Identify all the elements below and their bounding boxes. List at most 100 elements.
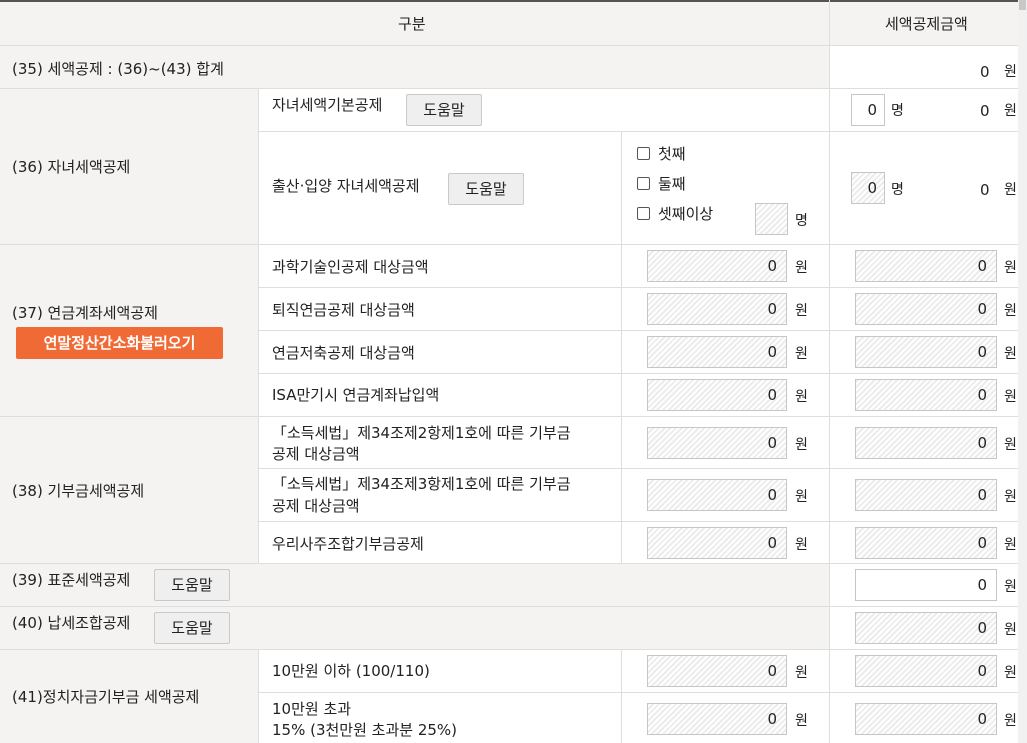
tax-union-credit-input[interactable]: 0 bbox=[855, 612, 997, 644]
pension-base-input[interactable]: 0 bbox=[647, 379, 787, 411]
unit-won: 원 bbox=[795, 537, 808, 553]
donation-item-line2: 공제 대상금액 bbox=[272, 497, 360, 515]
divider bbox=[258, 692, 1027, 693]
child-birth-amount: 0 bbox=[980, 181, 990, 199]
second-child-checkbox[interactable] bbox=[637, 177, 650, 190]
first-child-checkbox[interactable] bbox=[637, 147, 650, 160]
divider bbox=[0, 649, 1027, 650]
pension-item-label: 과학기술인공제 대상금액 bbox=[272, 258, 429, 276]
third-child-count-input[interactable] bbox=[755, 203, 788, 235]
unit-won: 원 bbox=[1004, 303, 1017, 319]
row-41-label: (41)정치자금기부금 세액공제 bbox=[12, 688, 200, 706]
divider bbox=[621, 649, 622, 743]
child-birth-count-input[interactable]: 0 bbox=[851, 172, 885, 204]
standard-credit-input[interactable]: 0 bbox=[855, 569, 997, 601]
political-base-input[interactable]: 0 bbox=[647, 703, 787, 735]
unit-won: 원 bbox=[1004, 437, 1017, 453]
donation-base-input[interactable]: 0 bbox=[647, 479, 787, 511]
pension-base-input[interactable]: 0 bbox=[647, 336, 787, 368]
political-amount-input[interactable]: 0 bbox=[855, 703, 997, 735]
divider bbox=[258, 287, 1027, 288]
load-simplified-button[interactable]: 연말정산간소화불러오기 bbox=[16, 327, 223, 359]
divider bbox=[258, 330, 1027, 331]
donation-amount-input[interactable]: 0 bbox=[855, 427, 997, 459]
unit-won: 원 bbox=[1004, 103, 1017, 119]
unit-won: 원 bbox=[1004, 579, 1017, 595]
political-amount-input[interactable]: 0 bbox=[855, 655, 997, 687]
divider bbox=[258, 468, 1027, 469]
help-button[interactable]: 도움말 bbox=[154, 612, 230, 644]
divider bbox=[621, 131, 622, 564]
unit-won: 원 bbox=[795, 437, 808, 453]
pension-base-input[interactable]: 0 bbox=[647, 293, 787, 325]
pension-item-label: 연금저축공제 대상금액 bbox=[272, 344, 415, 362]
child-birth-label: 출산·입양 자녀세액공제 bbox=[272, 177, 420, 195]
unit-won: 원 bbox=[1004, 622, 1017, 638]
unit-won: 원 bbox=[1004, 346, 1017, 362]
first-child-label: 첫째 bbox=[658, 145, 686, 163]
unit-won: 원 bbox=[1004, 489, 1017, 505]
child-basic-count-input[interactable]: 0 bbox=[851, 94, 885, 126]
unit-won: 원 bbox=[795, 713, 808, 729]
unit-won: 원 bbox=[1004, 537, 1017, 553]
pension-amount-input[interactable]: 0 bbox=[855, 336, 997, 368]
divider bbox=[0, 45, 1027, 46]
pension-base-input[interactable]: 0 bbox=[647, 250, 787, 282]
donation-base-input[interactable]: 0 bbox=[647, 527, 787, 559]
donation-base-input[interactable]: 0 bbox=[647, 427, 787, 459]
unit-won: 원 bbox=[795, 303, 808, 319]
row-36-label: (36) 자녀세액공제 bbox=[12, 158, 131, 176]
unit-won: 원 bbox=[795, 389, 808, 405]
scrollbar-thumb[interactable] bbox=[1019, 0, 1026, 10]
help-button[interactable]: 도움말 bbox=[154, 569, 230, 601]
row-39-label: (39) 표준세액공제 bbox=[12, 571, 131, 589]
pension-item-label: ISA만기시 연금계좌납입액 bbox=[272, 386, 440, 404]
donation-amount-input[interactable]: 0 bbox=[855, 479, 997, 511]
help-button[interactable]: 도움말 bbox=[448, 173, 524, 205]
unit-won: 원 bbox=[1004, 64, 1017, 80]
header-gubun: 구분 bbox=[398, 15, 426, 33]
unit-won: 원 bbox=[795, 260, 808, 276]
unit-won: 원 bbox=[1004, 713, 1017, 729]
political-base-input[interactable]: 0 bbox=[647, 655, 787, 687]
donation-amount-input[interactable]: 0 bbox=[855, 527, 997, 559]
top-border bbox=[0, 0, 1027, 2]
donation-item-line1: 「소득세법」제34조제3항제1호에 따른 기부금 bbox=[272, 475, 571, 493]
unit-won: 원 bbox=[1004, 665, 1017, 681]
political-item-line1: 10만원 이하 (100/110) bbox=[272, 662, 430, 680]
unit-person: 명 bbox=[891, 103, 904, 119]
pension-amount-input[interactable]: 0 bbox=[855, 250, 997, 282]
divider bbox=[0, 416, 1027, 417]
donation-item-line1: 「소득세법」제34조제2항제1호에 따른 기부금 bbox=[272, 424, 571, 442]
unit-person: 명 bbox=[795, 213, 808, 229]
divider bbox=[258, 88, 259, 564]
divider bbox=[258, 521, 1027, 522]
pension-amount-input[interactable]: 0 bbox=[855, 379, 997, 411]
unit-won: 원 bbox=[795, 665, 808, 681]
help-button[interactable]: 도움말 bbox=[406, 94, 482, 126]
row-35-label: (35) 세액공제 : (36)~(43) 합계 bbox=[12, 60, 224, 78]
unit-person: 명 bbox=[891, 182, 904, 198]
divider bbox=[0, 563, 1027, 564]
unit-won: 원 bbox=[795, 489, 808, 505]
child-basic-amount: 0 bbox=[980, 102, 990, 120]
divider bbox=[258, 373, 1027, 374]
child-basic-label: 자녀세액기본공제 bbox=[272, 96, 383, 114]
row-38-label: (38) 기부금세액공제 bbox=[12, 482, 145, 500]
row-37-label: (37) 연금계좌세액공제 bbox=[12, 304, 158, 322]
row-40-label: (40) 납세조합공제 bbox=[12, 614, 131, 632]
divider bbox=[0, 88, 1027, 89]
unit-won: 원 bbox=[1004, 260, 1017, 276]
vertical-scrollbar[interactable] bbox=[1018, 0, 1027, 743]
second-child-label: 둘째 bbox=[658, 175, 686, 193]
divider bbox=[829, 0, 830, 743]
divider bbox=[0, 606, 1027, 607]
third-child-checkbox[interactable] bbox=[637, 207, 650, 220]
political-item-line2: 15% (3천만원 초과분 25%) bbox=[272, 721, 458, 739]
pension-amount-input[interactable]: 0 bbox=[855, 293, 997, 325]
pension-item-label: 퇴직연금공제 대상금액 bbox=[272, 301, 415, 319]
donation-item-line1: 우리사주조합기부금공제 bbox=[272, 535, 424, 553]
row-35-amount: 0 bbox=[980, 63, 990, 81]
donation-item-line2: 공제 대상금액 bbox=[272, 445, 360, 463]
unit-won: 원 bbox=[795, 346, 808, 362]
